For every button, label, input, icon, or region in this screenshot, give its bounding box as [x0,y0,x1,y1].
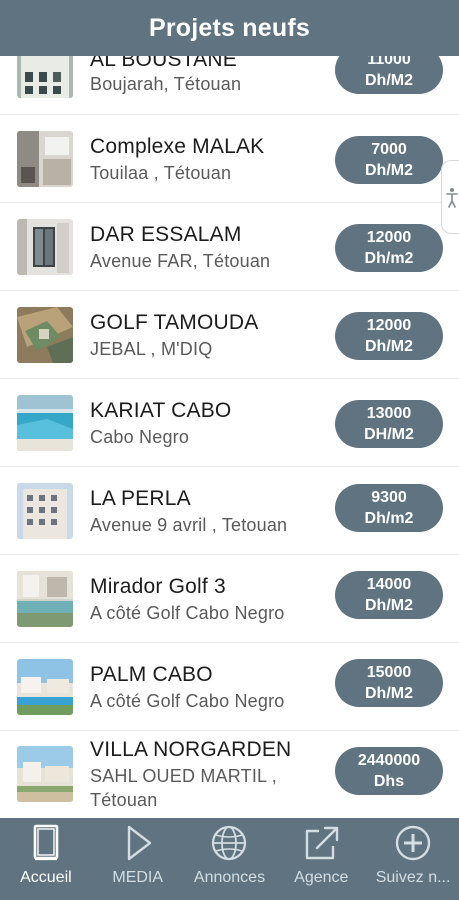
price-value: 15000 [366,664,412,681]
project-price-badge[interactable]: 7000 Dh/M2 [335,136,443,184]
project-name: KARIAT CABO [90,399,232,422]
project-thumbnail [17,395,73,451]
globe-icon [212,825,247,861]
project-location: Touilaa , Tétouan [90,163,232,183]
price-unit: Dh/M2 [365,338,413,355]
price-unit: DH/M2 [364,426,414,443]
price-value: 9300 [371,489,407,506]
app-header: Projets neufs [0,0,459,56]
project-name: Mirador Golf 3 [90,575,226,598]
price-unit: Dh/M2 [365,685,413,702]
project-name: GOLF TAMOUDA [90,311,259,334]
project-location: SAHL OUED MARTIL , Tétouan [90,766,277,810]
project-row-complexe-malak[interactable]: Complexe MALAK Touilaa , Tétouan 7000 Dh… [0,115,459,203]
project-price-badge[interactable]: 15000 Dh/M2 [335,659,443,707]
project-thumbnail [17,659,73,715]
price-value: 7000 [371,141,407,158]
project-thumbnail [17,483,73,539]
price-value: 14000 [366,576,412,593]
price-unit: Dh/M2 [365,72,413,89]
project-row-golf-tamouda[interactable]: GOLF TAMOUDA JEBAL , M'DIQ 12000 Dh/M2 [0,291,459,379]
accessibility-tab[interactable] [441,160,459,234]
project-name: Complexe MALAK [90,135,265,158]
project-thumbnail [17,307,73,363]
project-row-kariat-cabo[interactable]: KARIAT CABO Cabo Negro 13000 DH/M2 [0,379,459,467]
nav-item-suivez[interactable]: Suivez n... [367,818,459,900]
project-location: Avenue 9 avril , Tetouan [90,515,288,535]
project-price-badge[interactable]: 12000 Dh/m2 [335,224,443,272]
project-row-villa-norgarden[interactable]: VILLA NORGARDEN SAHL OUED MARTIL , Tétou… [0,731,459,818]
project-thumbnail [17,571,73,627]
project-price-badge[interactable]: 13000 DH/M2 [335,400,443,448]
nav-item-agence[interactable]: Agence [275,818,367,900]
project-price-badge[interactable]: 2440000 Dhs [335,747,443,795]
nav-label: Suivez n... [375,869,451,886]
project-name: DAR ESSALAM [90,223,242,246]
accessibility-icon [446,188,458,208]
price-unit: Dh/m2 [364,510,414,527]
project-price-badge[interactable]: 12000 Dh/M2 [335,312,443,360]
project-thumbnail [17,219,73,275]
project-thumbnail [17,131,73,187]
nav-item-accueil[interactable]: Accueil [0,818,92,900]
play-icon [127,825,151,861]
nav-label: MEDIA [112,869,164,886]
project-name: VILLA NORGARDEN [90,738,292,761]
project-location: A côté Golf Cabo Negro [90,603,285,623]
price-value: 12000 [366,317,412,334]
price-unit: Dh/m2 [364,250,414,267]
project-name: LA PERLA [90,487,191,510]
project-location: Cabo Negro [90,427,190,447]
project-row-dar-essalam[interactable]: DAR ESSALAM Avenue FAR, Tétouan 12000 Dh… [0,203,459,291]
price-unit: Dhs [373,773,405,790]
project-location: Boujarah, Tétouan [90,74,242,94]
project-location: Avenue FAR, Tétouan [90,251,271,271]
external-link-icon [306,826,339,860]
book-icon [33,824,59,861]
price-value: 2440000 [357,752,421,769]
price-unit: Dh/M2 [365,597,413,614]
bottom-navigation: Accueil MEDIA Annonces Agence Suivez n..… [0,818,459,900]
project-location: JEBAL , M'DIQ [90,339,213,359]
plus-circle-icon [395,825,431,861]
nav-item-media[interactable]: MEDIA [92,818,184,900]
project-name: PALM CABO [90,663,213,686]
project-row-mirador-golf-3[interactable]: Mirador Golf 3 A côté Golf Cabo Negro 14… [0,555,459,643]
price-unit: Dh/M2 [365,162,413,179]
project-location: A côté Golf Cabo Negro [90,691,285,711]
price-value: 13000 [366,405,412,422]
page-title: Projets neufs [149,13,310,42]
nav-label: Annonces [193,869,266,886]
nav-item-annonces[interactable]: Annonces [184,818,276,900]
project-thumbnail [17,746,73,802]
nav-label: Accueil [20,869,72,886]
price-value: 12000 [366,229,412,246]
project-price-badge[interactable]: 14000 Dh/M2 [335,571,443,619]
project-price-badge[interactable]: 9300 Dh/m2 [335,484,443,532]
nav-label: Agence [294,869,349,886]
project-row-palm-cabo[interactable]: PALM CABO A côté Golf Cabo Negro 15000 D… [0,643,459,731]
project-row-la-perla[interactable]: LA PERLA Avenue 9 avril , Tetouan 9300 D… [0,467,459,555]
projects-list[interactable]: AL BOUSTANE Boujarah, Tétouan 11000 Dh/M… [0,0,459,818]
